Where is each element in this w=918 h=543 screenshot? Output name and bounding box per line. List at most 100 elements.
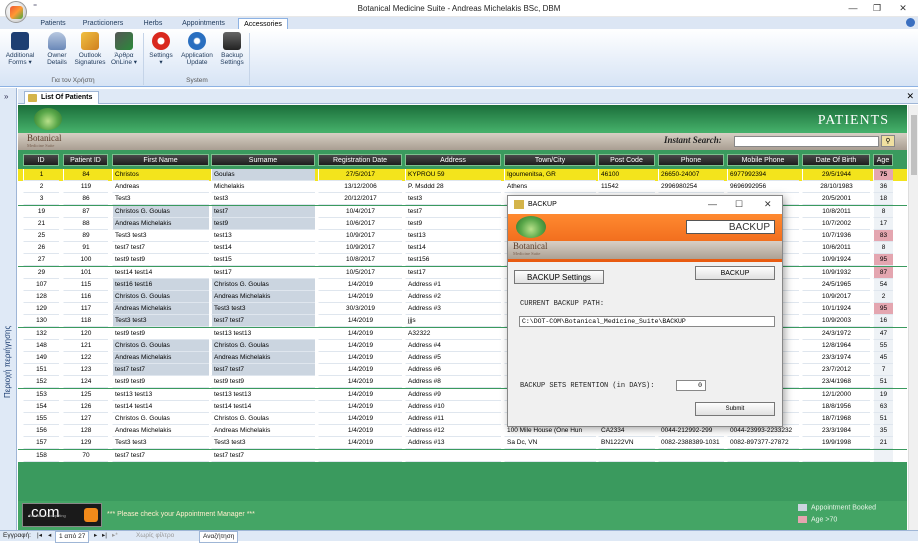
cell-age[interactable]: 63 xyxy=(873,400,893,413)
cell-surname[interactable]: test14 test14 xyxy=(211,400,315,413)
cell-date-of-birth[interactable]: 23/7/2012 xyxy=(802,364,870,377)
cell-phone[interactable]: 2996980254 xyxy=(658,181,724,194)
cell-age[interactable]: 16 xyxy=(873,315,893,328)
cell-address[interactable]: test17 xyxy=(405,266,501,279)
column-header-town[interactable]: Town/City xyxy=(504,154,596,166)
cell-registration-date[interactable]: 10/6/2017 xyxy=(318,217,402,230)
cell-patient-id[interactable]: 100 xyxy=(63,254,108,267)
vertical-scrollbar[interactable] xyxy=(908,105,918,530)
tab-appointments[interactable]: Appointments xyxy=(177,18,230,29)
cell-phone[interactable]: 0082-2388389-1031 xyxy=(658,437,724,450)
column-header-mobile-phone[interactable]: Mobile Phone xyxy=(727,154,799,166)
cell-address[interactable]: P. Msddd 28 xyxy=(405,181,501,194)
prev-record-icon[interactable]: ◂ xyxy=(48,531,51,541)
cell-registration-date[interactable]: 1/4/2019 xyxy=(318,315,402,328)
cell-patient-id[interactable]: 88 xyxy=(63,217,108,230)
cell-first-name[interactable]: test14 test14 xyxy=(112,400,209,413)
close-tab-icon[interactable]: ✕ xyxy=(906,91,914,102)
cell-registration-date[interactable]: 13/12/2006 xyxy=(318,181,402,194)
cell-surname[interactable]: Michelakis xyxy=(211,181,315,194)
cell-registration-date[interactable]: 1/4/2019 xyxy=(318,376,402,389)
cell-surname[interactable]: test9 xyxy=(211,217,315,230)
cell-date-of-birth[interactable]: 10/6/2011 xyxy=(802,242,870,255)
cell-date-of-birth[interactable]: 24/3/1972 xyxy=(802,327,870,340)
cell-age[interactable]: 21 xyxy=(873,437,893,450)
cell-id[interactable]: 19 xyxy=(23,205,59,218)
cell-id[interactable]: 128 xyxy=(23,291,59,303)
cell-id[interactable]: 149 xyxy=(23,352,59,364)
cell-address[interactable]: Address #13 xyxy=(405,437,501,450)
minimize-icon[interactable]: — xyxy=(843,3,863,13)
cell-registration-date[interactable]: 27/5/2017 xyxy=(318,169,402,181)
cell-address[interactable]: Address #1 xyxy=(405,278,501,291)
cell-patient-id[interactable]: 123 xyxy=(63,364,108,377)
cell-patient-id[interactable]: 117 xyxy=(63,303,108,316)
cell-registration-date[interactable]: 1/4/2019 xyxy=(318,425,402,438)
cell-registration-date[interactable]: 1/4/2019 xyxy=(318,437,402,450)
backup-button[interactable]: BACKUP xyxy=(695,266,775,280)
cell-address[interactable]: Address #9 xyxy=(405,388,501,401)
cell-registration-date[interactable]: 10/8/2017 xyxy=(318,254,402,267)
column-header-first-name[interactable]: First Name xyxy=(112,154,209,166)
cell-surname[interactable]: test7 test7 xyxy=(211,315,315,328)
cell-first-name[interactable]: test9 test9 xyxy=(112,254,209,267)
cell-first-name[interactable]: test7 test7 xyxy=(112,364,209,377)
minimize-icon[interactable]: — xyxy=(708,199,717,209)
cell-surname[interactable]: test3 xyxy=(211,193,315,206)
cell-mobile-phone[interactable]: 6977992394 xyxy=(727,169,799,181)
cell-age[interactable]: 51 xyxy=(873,376,893,389)
record-position-input[interactable]: 1 από 27 xyxy=(55,531,90,543)
cell-address[interactable]: test156 xyxy=(405,254,501,267)
cell-first-name[interactable]: Test3 xyxy=(112,193,209,206)
cell-registration-date[interactable]: 1/4/2019 xyxy=(318,339,402,352)
new-record-icon[interactable]: ▸* xyxy=(112,531,118,541)
cell-id[interactable]: 157 xyxy=(23,437,59,450)
cell-patient-id[interactable]: 124 xyxy=(63,376,108,389)
cell-address[interactable]: Address #3 xyxy=(405,303,501,316)
cell-first-name[interactable]: test9 test9 xyxy=(112,327,209,340)
cell-registration-date[interactable]: 1/4/2019 xyxy=(318,278,402,291)
cell-surname[interactable]: test13 test13 xyxy=(211,327,315,340)
cell-address[interactable]: test7 xyxy=(405,205,501,218)
tab-accessories[interactable]: Accessories xyxy=(238,18,288,29)
cell-date-of-birth[interactable]: 24/5/1965 xyxy=(802,278,870,291)
backup-settings-button[interactable]: BACKUP Settings xyxy=(514,270,604,284)
cell-id[interactable]: 129 xyxy=(23,303,59,316)
cell-id[interactable]: 156 xyxy=(23,425,59,438)
cell-id[interactable]: 26 xyxy=(23,242,59,255)
column-header-surname[interactable]: Surname xyxy=(211,154,315,166)
cell-post-code[interactable]: BN1222VN xyxy=(598,437,655,450)
cell-patient-id[interactable]: 127 xyxy=(63,413,108,425)
cell-age[interactable]: 35 xyxy=(873,425,893,438)
cell-date-of-birth[interactable]: 10/1/1924 xyxy=(802,303,870,316)
cell-age[interactable]: 36 xyxy=(873,181,893,194)
cell-address[interactable] xyxy=(405,449,501,462)
cell-id[interactable]: 153 xyxy=(23,388,59,401)
column-header-registration-date[interactable]: Registration Date xyxy=(318,154,402,166)
status-search-input[interactable]: Αναζήτηση xyxy=(199,531,239,543)
cell-age[interactable]: 19 xyxy=(873,388,893,401)
cell-date-of-birth[interactable]: 18/7/1968 xyxy=(802,413,870,425)
cell-surname[interactable]: Goulas xyxy=(211,169,315,181)
cell-first-name[interactable]: test7 test7 xyxy=(112,242,209,255)
cell-age[interactable]: 45 xyxy=(873,352,893,364)
table-row[interactable]: 1 84 Christos Goulas 27/5/2017 KYPROU 59 Igoum… xyxy=(18,169,907,181)
cell-address[interactable]: test13 xyxy=(405,230,501,242)
tab-patients[interactable]: Patients xyxy=(34,18,72,29)
cell-date-of-birth[interactable]: 10/9/1924 xyxy=(802,254,870,267)
cell-age[interactable]: 55 xyxy=(873,339,893,352)
cell-registration-date[interactable]: 30/3/2019 xyxy=(318,303,402,316)
cell-registration-date[interactable] xyxy=(318,449,402,462)
app-orb-icon[interactable] xyxy=(5,1,27,23)
cell-id[interactable]: 130 xyxy=(23,315,59,328)
column-header-post-code[interactable]: Post Code xyxy=(598,154,655,166)
cell-registration-date[interactable]: 10/9/2017 xyxy=(318,242,402,255)
cell-address[interactable]: KYPROU 59 xyxy=(405,169,501,181)
cell-first-name[interactable]: test9 test9 xyxy=(112,376,209,389)
cell-surname[interactable]: Andreas Michelakis xyxy=(211,425,315,438)
cell-date-of-birth[interactable]: 23/4/1968 xyxy=(802,376,870,389)
table-row[interactable]: 158 70 test7 test7 test7 test7 xyxy=(18,449,907,462)
cell-mobile-phone[interactable] xyxy=(727,449,799,462)
cell-first-name[interactable]: test16 test16 xyxy=(112,278,209,291)
cell-date-of-birth[interactable]: 10/9/1932 xyxy=(802,266,870,279)
